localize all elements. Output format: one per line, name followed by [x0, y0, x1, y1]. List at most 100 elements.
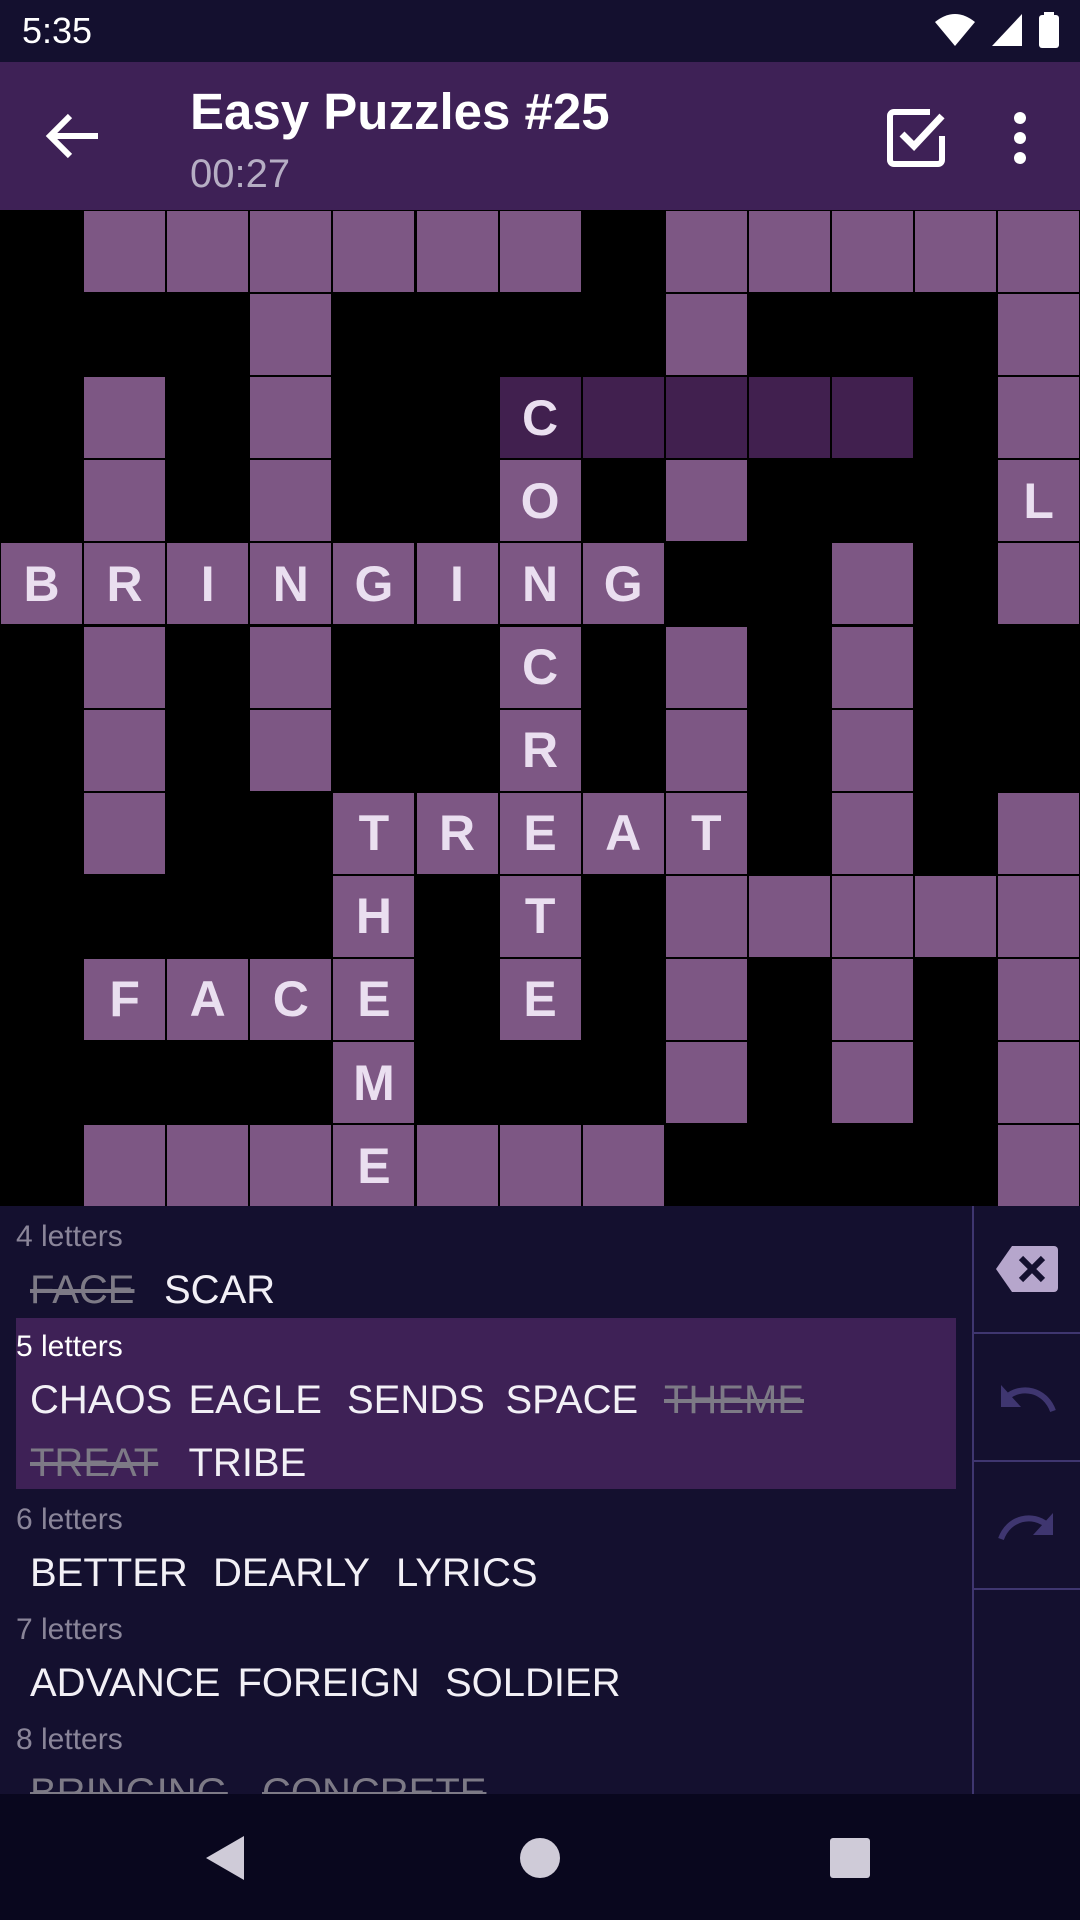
grid-cell[interactable]: E — [333, 958, 415, 1040]
grid-cell[interactable] — [832, 626, 913, 708]
grid-cell[interactable]: C — [499, 377, 581, 459]
word-item[interactable]: CONCRETE — [262, 1771, 486, 1794]
grid-cell[interactable]: A — [167, 958, 249, 1040]
grid-cell[interactable]: L — [998, 460, 1080, 542]
nav-home-button[interactable] — [512, 1830, 568, 1886]
grid-cell[interactable] — [84, 460, 166, 542]
grid-cell[interactable] — [665, 377, 747, 459]
back-button[interactable] — [38, 100, 110, 172]
nav-back-button[interactable] — [196, 1830, 252, 1886]
grid-cell[interactable] — [998, 377, 1080, 459]
grid-cell[interactable] — [915, 211, 997, 292]
grid-cell[interactable] — [250, 460, 332, 542]
grid-cell[interactable] — [998, 1042, 1080, 1123]
redo-button[interactable] — [974, 1462, 1080, 1590]
grid-cell[interactable]: H — [333, 875, 415, 957]
grid-cell[interactable] — [998, 211, 1080, 292]
grid-cell[interactable] — [250, 709, 332, 791]
check-button[interactable] — [880, 102, 952, 174]
grid-cell[interactable] — [665, 211, 747, 292]
grid-cell[interactable]: C — [250, 958, 332, 1040]
grid-cell[interactable]: E — [333, 1125, 415, 1207]
word-item[interactable]: FOREIGN — [238, 1661, 420, 1706]
grid-cell[interactable]: N — [499, 543, 581, 625]
word-item[interactable]: SOLDIER — [445, 1661, 621, 1706]
word-item[interactable]: LYRICS — [396, 1551, 538, 1596]
grid-cell[interactable]: N — [250, 543, 332, 625]
grid-cell[interactable] — [665, 1042, 747, 1123]
grid-cell[interactable] — [665, 626, 747, 708]
more-options-button[interactable] — [992, 102, 1048, 174]
grid-cell[interactable]: I — [416, 543, 498, 625]
undo-button[interactable] — [974, 1334, 1080, 1462]
grid-cell[interactable] — [333, 211, 415, 292]
grid-cell[interactable]: F — [84, 958, 166, 1040]
grid-cell[interactable]: A — [582, 792, 664, 874]
grid-cell[interactable] — [832, 709, 913, 791]
grid-cell[interactable] — [416, 1125, 498, 1207]
grid-cell[interactable] — [665, 460, 747, 542]
grid-cell[interactable] — [998, 958, 1080, 1040]
grid-cell[interactable] — [167, 1125, 249, 1207]
grid-cell[interactable] — [416, 211, 498, 292]
word-item[interactable]: ADVANCE — [30, 1661, 220, 1706]
grid-cell[interactable] — [998, 792, 1080, 874]
grid-cell[interactable] — [915, 875, 997, 957]
grid-cell[interactable] — [582, 1125, 664, 1207]
grid-cell[interactable] — [748, 211, 830, 292]
grid-cell[interactable] — [832, 958, 913, 1040]
word-item[interactable]: TREAT — [30, 1441, 158, 1486]
grid-cell[interactable] — [84, 377, 166, 459]
grid-cell[interactable] — [832, 377, 913, 459]
grid-cell[interactable]: E — [499, 958, 581, 1040]
grid-cell[interactable] — [84, 211, 166, 292]
grid-cell[interactable] — [250, 377, 332, 459]
grid-cell[interactable] — [84, 709, 166, 791]
grid-cell[interactable]: I — [167, 543, 249, 625]
grid-cell[interactable]: C — [499, 626, 581, 708]
word-item[interactable]: SENDS — [347, 1378, 485, 1423]
word-item[interactable]: FACE — [30, 1268, 134, 1313]
grid-cell[interactable]: O — [499, 460, 581, 542]
grid-cell[interactable] — [665, 958, 747, 1040]
word-item[interactable]: SCAR — [164, 1268, 275, 1313]
word-item[interactable]: BRINGING — [30, 1771, 228, 1794]
delete-button[interactable] — [974, 1206, 1080, 1334]
grid-cell[interactable]: R — [416, 792, 498, 874]
grid-cell[interactable]: M — [333, 1042, 415, 1123]
word-item[interactable]: DEARLY — [213, 1551, 370, 1596]
word-item[interactable]: TRIBE — [189, 1441, 307, 1486]
grid-cell[interactable] — [665, 875, 747, 957]
grid-cell[interactable]: E — [499, 792, 581, 874]
grid-cell[interactable] — [250, 294, 332, 376]
grid-cell[interactable] — [665, 294, 747, 376]
word-item[interactable]: SPACE — [506, 1378, 639, 1423]
grid-cell[interactable] — [998, 1125, 1080, 1207]
grid-cell[interactable]: R — [84, 543, 166, 625]
grid-cell[interactable] — [499, 1125, 581, 1207]
grid-cell[interactable]: B — [1, 543, 82, 625]
grid-cell[interactable] — [832, 543, 913, 625]
grid-cell[interactable] — [250, 1125, 332, 1207]
grid-cell[interactable] — [832, 875, 913, 957]
grid-cell[interactable]: R — [499, 709, 581, 791]
grid-cell[interactable] — [84, 1125, 166, 1207]
grid-cell[interactable] — [832, 1042, 913, 1123]
grid-cell[interactable]: T — [499, 875, 581, 957]
grid-cell[interactable] — [832, 211, 913, 292]
grid-cell[interactable] — [250, 626, 332, 708]
word-item[interactable]: EAGLE — [189, 1378, 322, 1423]
grid-cell[interactable] — [665, 709, 747, 791]
word-item[interactable]: BETTER — [30, 1551, 188, 1596]
grid-cell[interactable]: T — [665, 792, 747, 874]
grid-cell[interactable] — [582, 377, 664, 459]
grid-cell[interactable] — [998, 543, 1080, 625]
grid-cell[interactable] — [998, 294, 1080, 376]
grid-cell[interactable] — [748, 377, 830, 459]
grid-cell[interactable] — [499, 211, 581, 292]
nav-recents-button[interactable] — [822, 1830, 878, 1886]
grid-cell[interactable] — [250, 211, 332, 292]
word-item[interactable]: CHAOS — [30, 1378, 172, 1423]
grid-cell[interactable]: G — [582, 543, 664, 625]
grid-cell[interactable] — [998, 875, 1080, 957]
